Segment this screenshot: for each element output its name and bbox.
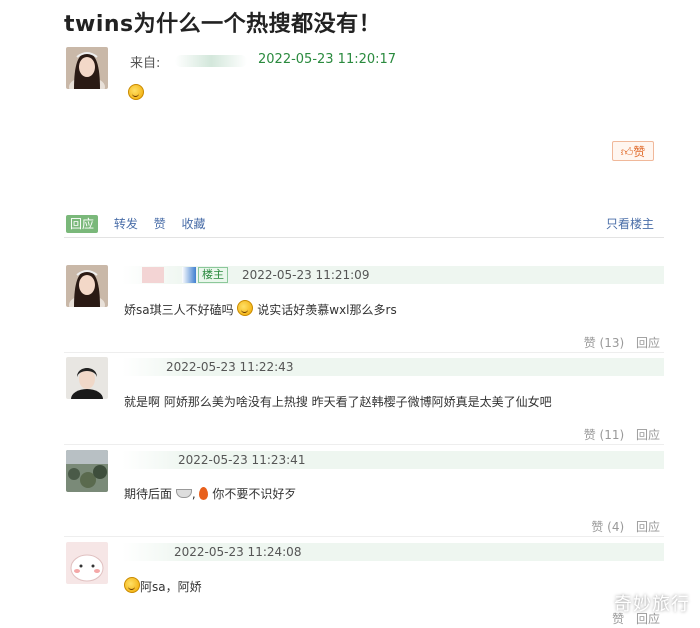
watermark: 奇妙旅行 — [614, 594, 690, 615]
comment-footer: 赞 (11) 回应 — [576, 426, 660, 443]
post-title: twins为什么一个热搜都没有！ — [64, 12, 382, 37]
avatar-girl-image — [66, 47, 108, 89]
comment-avatar[interactable] — [66, 357, 108, 399]
comment-reply-button[interactable]: 回应 — [636, 428, 660, 442]
comment-header: 楼主 2022-05-23 11:21:09 — [122, 266, 664, 284]
separator — [64, 444, 664, 445]
author-avatar[interactable] — [66, 47, 108, 89]
comment-text: 阿sa，阿娇 — [124, 577, 202, 595]
like-button[interactable]: 赞 — [154, 217, 166, 231]
post-actions: 回应 转发 赞 收藏 — [66, 215, 218, 233]
cry-laugh-emoji-icon — [128, 84, 144, 100]
divider — [64, 237, 664, 238]
avatar-cartoon-image — [66, 542, 108, 584]
post-like-button[interactable]: 👍︎赞 — [612, 141, 654, 161]
comment-header: 2022-05-23 11:22:43 — [122, 358, 664, 376]
comment-like-button[interactable]: 赞 (13) — [584, 336, 624, 350]
username-blurred[interactable] — [142, 267, 164, 283]
bowl-emoji-icon — [175, 489, 192, 498]
comment-avatar[interactable] — [66, 542, 108, 584]
comment-time: 2022-05-23 11:23:41 — [178, 453, 306, 467]
only-op-link[interactable]: 只看楼主 — [606, 215, 654, 232]
separator — [64, 536, 664, 537]
comment-reply-button[interactable]: 回应 — [636, 520, 660, 534]
avatar-girl-image — [66, 265, 108, 307]
post-time: 2022-05-23 11:20:17 — [258, 52, 397, 67]
thumb-up-icon: 👍︎ — [620, 145, 634, 159]
forward-button[interactable]: 转发 — [114, 217, 138, 231]
comment-avatar[interactable] — [66, 265, 108, 307]
comment-time: 2022-05-23 11:24:08 — [174, 545, 302, 559]
carrot-emoji-icon — [199, 487, 209, 500]
comment-reply-button[interactable]: 回应 — [636, 336, 660, 350]
separator — [64, 352, 664, 353]
collect-button[interactable]: 收藏 — [182, 217, 206, 231]
cry-laugh-emoji-icon — [124, 577, 140, 593]
comment-avatar[interactable] — [66, 450, 108, 492]
comment-like-button[interactable]: 赞 (11) — [584, 428, 624, 442]
reply-button[interactable]: 回应 — [66, 215, 99, 233]
comment-footer: 赞 (13) 回应 — [576, 334, 660, 351]
comment-header: 2022-05-23 11:24:08 — [122, 543, 664, 561]
comment-text: 就是啊 阿娇那么美为啥没有上热搜 昨天看了赵韩樱子微博阿娇真是太美了仙女吧 — [124, 395, 552, 409]
comment-time: 2022-05-23 11:21:09 — [242, 268, 370, 282]
comment-header: 2022-05-23 11:23:41 — [122, 451, 664, 469]
grimace-emoji-icon — [237, 300, 254, 316]
avatar-landscape-image — [66, 450, 108, 492]
op-tag: 楼主 — [198, 267, 228, 283]
comment-footer: 赞 (4) 回应 — [583, 518, 660, 535]
badge-blurred — [182, 267, 196, 283]
comment-text: 期待后面 , 你不要不识好歹 — [124, 487, 297, 501]
from-label: 来自: — [130, 56, 161, 71]
comment-text: 娇sa琪三人不好磕吗 说实话好羡慕wxl那么多rs — [124, 300, 397, 318]
avatar-boy-image — [66, 357, 108, 399]
comment-like-button[interactable]: 赞 (4) — [591, 520, 624, 534]
comment-time: 2022-05-23 11:22:43 — [166, 360, 294, 374]
author-name-blurred[interactable] — [175, 55, 247, 67]
